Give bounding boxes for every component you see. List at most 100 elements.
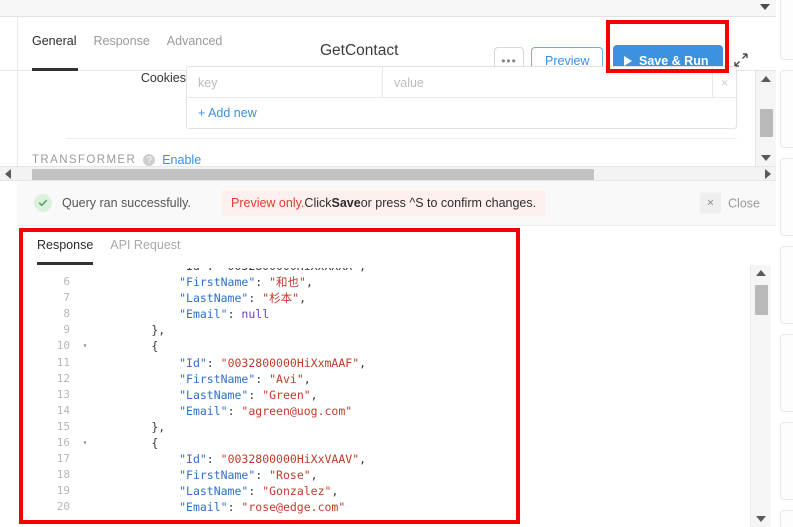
scroll-right-arrow-icon[interactable]	[765, 169, 771, 179]
code-text: "Email": null	[96, 306, 745, 322]
fold-toggle-icon	[74, 274, 96, 290]
tab-response[interactable]: Response	[93, 32, 149, 50]
warning-prefix: Preview only.	[231, 196, 304, 210]
cookies-row: key value ×	[187, 67, 736, 98]
top-strip	[0, 0, 776, 17]
header-left-divider	[17, 17, 18, 71]
code-text: "LastName": "Green",	[96, 387, 745, 403]
code-text: "FirstName": "和也",	[96, 274, 745, 290]
close-label: Close	[728, 196, 760, 210]
fold-toggle-icon	[74, 483, 96, 499]
remove-cookie-icon[interactable]: ×	[713, 67, 736, 97]
scroll-thumb[interactable]	[760, 109, 773, 137]
scroll-down-arrow-icon[interactable]	[761, 155, 771, 161]
status-message: Query ran successfully.	[62, 196, 191, 210]
play-icon	[624, 56, 632, 66]
line-number: 8	[17, 306, 74, 322]
fold-toggle-icon	[74, 290, 96, 306]
fold-toggle-icon	[74, 451, 96, 467]
close-icon: ×	[700, 193, 721, 214]
scroll-up-arrow-icon[interactable]	[761, 76, 771, 82]
line-number: 12	[17, 371, 74, 387]
panel-header: General Response Advanced GetContact •••…	[0, 17, 776, 71]
code-text: "Id": "0032800000HiXxmAAF",	[96, 355, 745, 371]
fold-toggle-icon[interactable]: ▾	[74, 338, 96, 354]
tab-advanced[interactable]: Advanced	[167, 32, 223, 50]
line-number: 20	[17, 499, 74, 515]
fold-toggle-icon	[74, 387, 96, 403]
code-text: "Email": "agreen@uog.com"	[96, 403, 745, 419]
warning-text-a: Click	[304, 196, 331, 210]
code-scroll-down-arrow-icon[interactable]	[756, 516, 766, 522]
fold-toggle-icon	[74, 419, 96, 435]
scroll-left-arrow-icon[interactable]	[5, 169, 11, 179]
form-horizontal-scrollbar[interactable]	[0, 166, 776, 181]
code-text: },	[96, 419, 745, 435]
code-line: 20 "Email": "rose@edge.com"	[17, 499, 745, 515]
chevron-down-icon[interactable]	[760, 4, 770, 10]
code-text: "FirstName": "Rose",	[96, 467, 745, 483]
close-preview-button[interactable]: × Close	[700, 193, 760, 214]
tab-general[interactable]: General	[32, 32, 76, 50]
background-card-column	[776, 0, 793, 527]
code-text: "LastName": "Gonzalez",	[96, 483, 745, 499]
code-text: "Email": "rose@edge.com"	[96, 499, 745, 515]
fold-toggle-icon	[74, 355, 96, 371]
transformer-enable-link[interactable]: Enable	[162, 153, 201, 167]
json-code-body: "Id": "0032800000HiXxXXXX",6 "FirstName"…	[17, 268, 745, 516]
code-line: 7 "LastName": "杉本",	[17, 290, 745, 306]
code-text: {	[96, 338, 745, 354]
horizontal-scroll-thumb[interactable]	[32, 169, 594, 180]
header-tabs: General Response Advanced	[32, 32, 222, 50]
fold-toggle-icon	[74, 403, 96, 419]
preview-warning: Preview only. Click Save or press ^S to …	[222, 190, 545, 216]
fold-toggle-icon	[74, 467, 96, 483]
tab-response-body[interactable]: Response	[37, 238, 93, 252]
add-new-cookie-button[interactable]: + Add new	[187, 98, 736, 128]
cookies-key-value-table: key value × + Add new	[186, 66, 737, 129]
line-number: 16	[17, 435, 74, 451]
code-line: 17 "Id": "0032800000HiXxVAAV",	[17, 451, 745, 467]
warning-save-word: Save	[332, 196, 361, 210]
code-scroll-thumb[interactable]	[755, 285, 768, 315]
help-icon[interactable]: ?	[143, 154, 155, 166]
code-line: 11 "Id": "0032800000HiXxmAAF",	[17, 355, 745, 371]
code-scroll-up-arrow-icon[interactable]	[756, 270, 766, 276]
warning-text-b: or press ^S to confirm changes.	[361, 196, 536, 210]
app-root: General Response Advanced GetContact •••…	[0, 0, 793, 527]
cookie-key-input[interactable]: key	[187, 67, 383, 98]
check-circle-icon	[34, 194, 52, 212]
line-number: 13	[17, 387, 74, 403]
line-number: 9	[17, 322, 74, 338]
cookie-value-input[interactable]: value	[383, 67, 713, 98]
tab-api-request[interactable]: API Request	[110, 238, 180, 252]
code-line: 8 "Email": null	[17, 306, 745, 322]
code-text: {	[96, 435, 745, 451]
ellipsis-icon: •••	[501, 58, 517, 64]
code-line: 12 "FirstName": "Avi",	[17, 371, 745, 387]
line-number: 6	[17, 274, 74, 290]
response-tab-active-indicator	[37, 262, 93, 265]
code-text: "LastName": "杉本",	[96, 290, 745, 306]
fold-toggle-icon	[74, 322, 96, 338]
code-vertical-scrollbar[interactable]	[750, 265, 771, 527]
transformer-label: TRANSFORMER	[32, 154, 136, 166]
section-divider	[66, 138, 737, 139]
code-line: 10▾ {	[17, 338, 745, 354]
line-number: 7	[17, 290, 74, 306]
line-number: 17	[17, 451, 74, 467]
form-vertical-scrollbar[interactable]	[755, 71, 776, 166]
response-panel: Response API Request "Id": "0032800000Hi…	[17, 226, 776, 527]
line-number: 15	[17, 419, 74, 435]
code-line: 18 "FirstName": "Rose",	[17, 467, 745, 483]
code-line: 19 "LastName": "Gonzalez",	[17, 483, 745, 499]
fold-toggle-icon	[74, 371, 96, 387]
fold-toggle-icon	[74, 499, 96, 515]
line-number: 18	[17, 467, 74, 483]
code-text: "Id": "0032800000HiXxVAAV",	[96, 451, 745, 467]
code-line: 6 "FirstName": "和也",	[17, 274, 745, 290]
status-bar: Query ran successfully. Preview only. Cl…	[17, 181, 776, 226]
code-text: },	[96, 322, 745, 338]
json-code-viewer[interactable]: "Id": "0032800000HiXxXXXX",6 "FirstName"…	[17, 268, 745, 527]
fold-toggle-icon[interactable]: ▾	[74, 435, 96, 451]
